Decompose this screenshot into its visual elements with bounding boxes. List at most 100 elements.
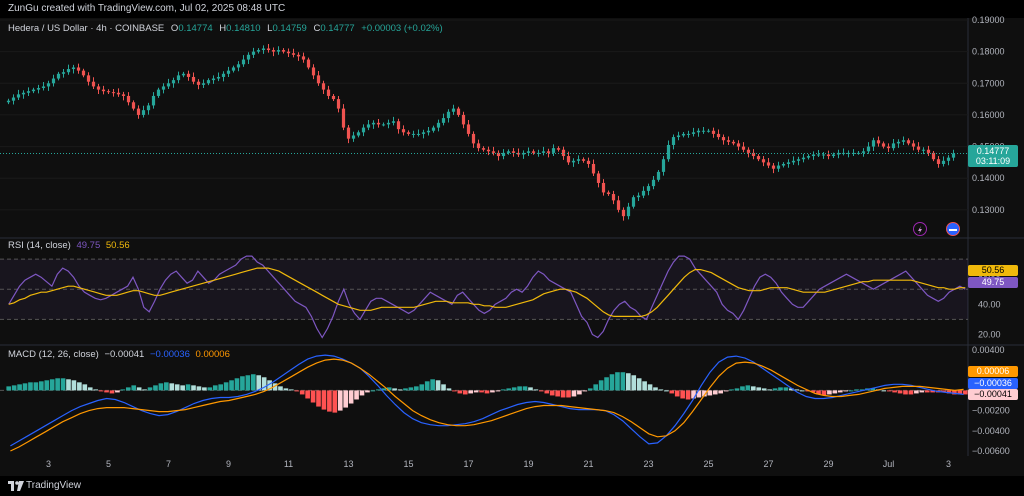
candle-body	[341, 108, 346, 128]
macd-histogram-bar	[120, 389, 126, 391]
macd-histogram-bar	[299, 390, 305, 395]
price-tick-label: 0.18000	[972, 47, 1005, 57]
candle-body	[271, 50, 276, 52]
macd-histogram-bar	[479, 390, 484, 393]
candle-body	[616, 200, 621, 210]
macd-histogram-bar	[250, 374, 256, 391]
macd-histogram-bar	[158, 383, 164, 391]
macd-histogram-bar	[837, 390, 843, 393]
rsi-label[interactable]: RSI (14, close)	[8, 240, 71, 251]
time-tick-label: 15	[403, 459, 413, 469]
candle-body	[11, 97, 16, 101]
candle-body	[416, 133, 421, 135]
candle-body	[321, 83, 326, 90]
macd-histogram-bar	[229, 380, 234, 391]
candle-body	[171, 80, 176, 84]
candle-body	[406, 132, 411, 134]
macd-histogram-bar	[452, 390, 457, 392]
macd-histogram-bar	[854, 389, 859, 391]
candle-body	[381, 124, 386, 126]
macd-histogram-bar	[289, 389, 294, 391]
macd-histogram-bar	[354, 390, 359, 400]
macd-histogram-bar	[131, 385, 137, 391]
candle-body	[806, 156, 811, 158]
macd-histogram-bar	[11, 385, 17, 391]
symbol-title[interactable]: Hedera / US Dollar · 4h · COINBASE	[8, 23, 164, 34]
candle-body	[286, 51, 291, 54]
time-tick-label: 27	[763, 459, 773, 469]
candle-body	[576, 159, 581, 161]
macd-histogram-bar	[446, 388, 452, 391]
candle-body	[661, 159, 666, 172]
candle-body	[716, 133, 721, 138]
macd-histogram-bar	[392, 388, 397, 391]
macd-histogram-bar	[685, 390, 691, 400]
macd-histogram-bar	[892, 390, 897, 393]
macd-histogram-bar	[17, 384, 22, 391]
candle-body	[631, 197, 636, 207]
macd-histogram-bar	[185, 384, 191, 391]
macd-label[interactable]: MACD (12, 26, close)	[8, 349, 99, 360]
macd-legend: MACD (12, 26, close) −0.00041 −0.00036 0…	[8, 349, 230, 360]
candle-body	[256, 50, 261, 52]
candle-body	[16, 94, 21, 98]
macd-histogram-bar	[658, 389, 664, 391]
macd-histogram-bar	[109, 390, 115, 394]
macd-histogram-bar	[615, 372, 620, 391]
macd-histogram-bar	[98, 390, 104, 392]
macd-histogram-bar	[87, 387, 93, 391]
candle-body	[541, 151, 546, 153]
candle-body	[796, 159, 801, 161]
macd-histogram-bar	[555, 390, 560, 397]
us-flag-icon[interactable]	[946, 222, 960, 236]
macd-histogram-bar	[914, 390, 919, 394]
macd-histogram-bar	[691, 390, 696, 399]
macd-histogram-bar	[723, 390, 729, 392]
candle-body	[676, 135, 681, 138]
macd-histogram-bar	[772, 388, 778, 391]
candle-body	[241, 59, 246, 65]
candle-body	[596, 173, 601, 183]
candle-body	[591, 163, 596, 174]
candle-body	[26, 91, 31, 93]
candle-body	[161, 86, 166, 90]
candle-body	[41, 86, 46, 89]
macd-histogram-bar	[278, 386, 283, 391]
macd-histogram-bar	[403, 388, 408, 391]
macd-tick-label: −0.00200	[972, 406, 1010, 416]
candle-body	[586, 160, 591, 164]
candle-body	[366, 124, 371, 128]
candle-body	[731, 141, 736, 144]
macd-histogram-bar	[593, 384, 599, 391]
macd-histogram-bar	[33, 382, 39, 391]
candle-body	[621, 209, 626, 217]
price-tick-label: 0.13000	[972, 205, 1005, 215]
macd-histogram-bar	[77, 382, 82, 391]
candle-body	[546, 151, 551, 153]
macd-histogram-bar	[294, 390, 300, 392]
lightning-icon[interactable]	[913, 222, 927, 236]
chart-svg[interactable]: 0.130000.140000.150000.160000.170000.180…	[0, 0, 1024, 496]
candle-body	[246, 54, 251, 60]
macd-histogram-bar	[234, 378, 240, 391]
candle-body	[826, 154, 831, 157]
candle-body	[771, 165, 776, 169]
macd-histogram-bar	[669, 390, 675, 394]
rsi-badge: 49.75	[968, 277, 1018, 288]
macd-histogram-bar	[734, 388, 740, 391]
candle-body	[736, 143, 741, 147]
candle-body	[361, 127, 366, 133]
macd-histogram-bar	[115, 390, 120, 393]
candle-body	[636, 195, 641, 198]
candle-body	[741, 146, 746, 150]
candle-body	[641, 190, 646, 196]
macd-histogram-bar	[587, 388, 593, 391]
macd-histogram-bar	[881, 390, 887, 392]
candle-body	[421, 132, 426, 134]
macd-histogram-bar	[142, 389, 147, 391]
candle-body	[651, 179, 656, 187]
footer-brand: TradingView	[26, 480, 82, 491]
macd-histogram-bar	[414, 386, 419, 391]
macd-histogram-bar	[674, 390, 680, 397]
candle-body	[571, 160, 576, 163]
